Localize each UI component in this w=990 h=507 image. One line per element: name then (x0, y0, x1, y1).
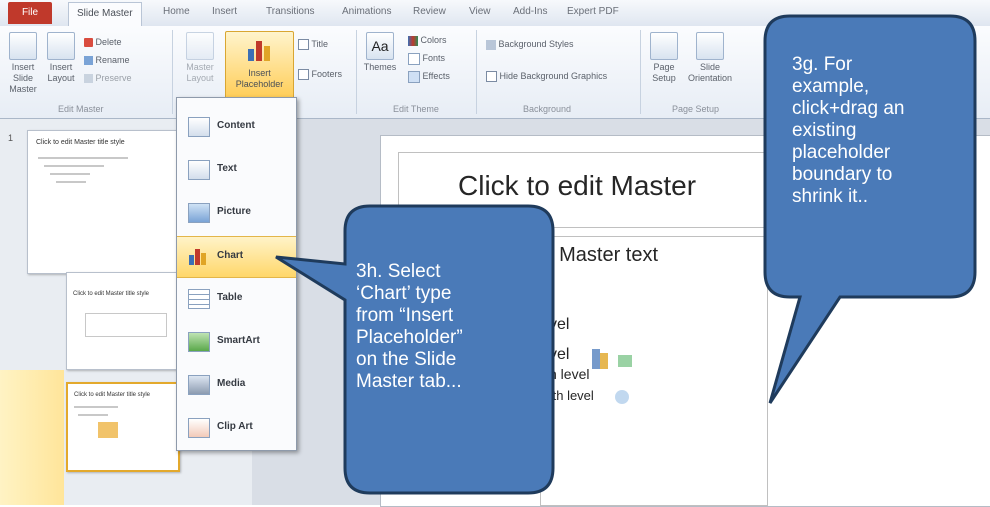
callout-right-line: 3g. For (792, 54, 853, 75)
callout-left-text: 3h. Select ‘Chart’ type from “Insert Pla… (356, 261, 463, 393)
callout-left-line: Master tab... (356, 371, 462, 392)
callout-right-line: click+drag an (792, 98, 905, 119)
callout-left-line: Placeholder” (356, 327, 463, 348)
callout-right-line: boundary to (792, 164, 893, 185)
callout-left-line: on the Slide (356, 349, 457, 370)
callout-right-text: 3g. For example, click+drag an existing … (792, 54, 904, 208)
callout-right-line: shrink it.. (792, 186, 869, 207)
callout-right-line: existing (792, 120, 857, 141)
callout-left-line: ‘Chart’ type (356, 283, 452, 304)
callout-left-line: from “Insert (356, 305, 454, 326)
callout-right-line: example, (792, 76, 870, 97)
callout-right-line: placeholder (792, 142, 891, 163)
callout-left-line: 3h. Select (356, 261, 441, 282)
